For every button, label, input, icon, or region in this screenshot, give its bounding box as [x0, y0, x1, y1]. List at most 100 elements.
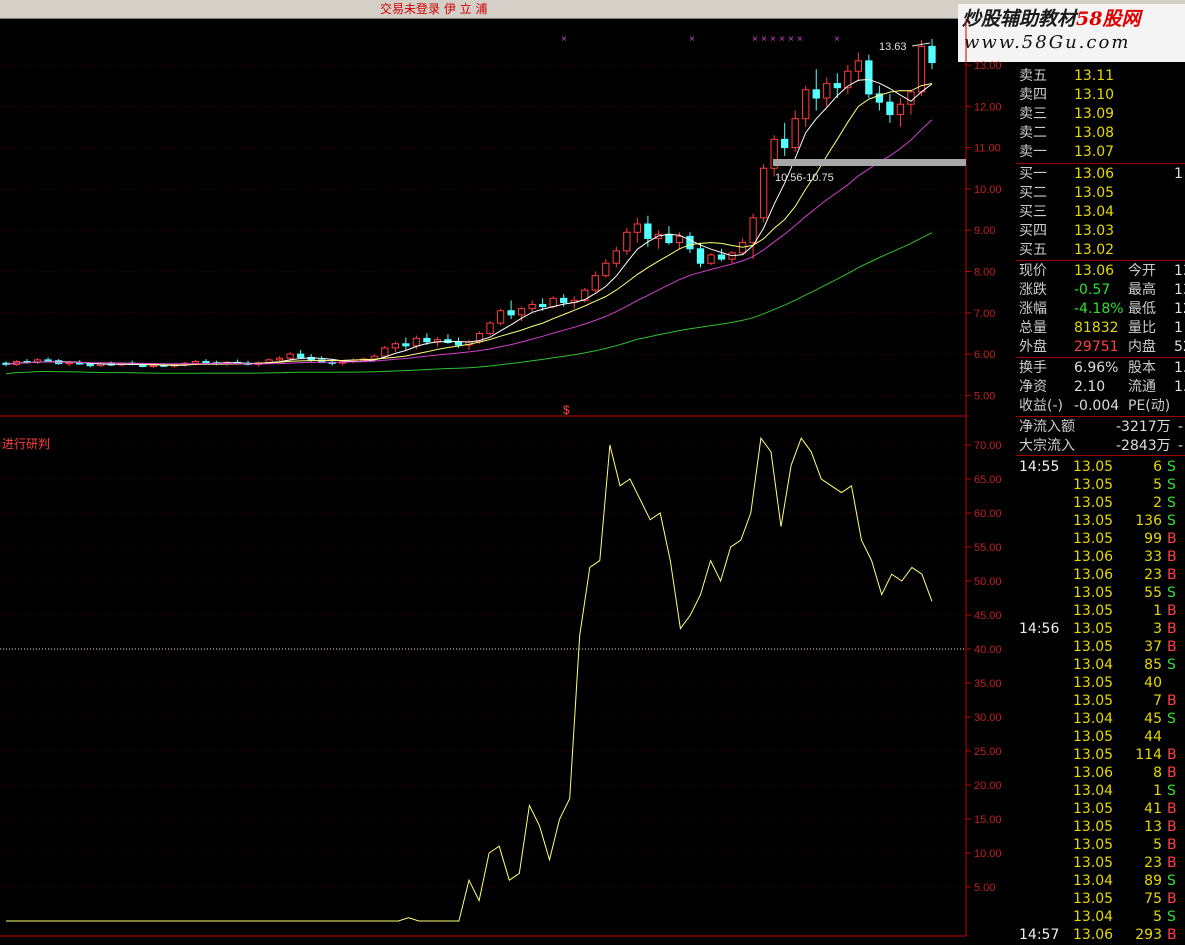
price-tick-label: 8.00: [974, 267, 995, 279]
panel-separator: [1016, 416, 1185, 417]
tick-volume: 1: [1153, 603, 1162, 619]
tick-side-flag: S: [1167, 909, 1176, 925]
stat-value: 29751: [1074, 339, 1119, 355]
tick-row: 13.05 5 B: [1016, 836, 1185, 855]
candle-body: [275, 357, 284, 361]
stat-value-2: 12: [1174, 301, 1185, 317]
signal-marker: ×: [689, 34, 695, 45]
osc-tick-label: 5.00: [974, 882, 995, 894]
candle-body: [602, 262, 610, 277]
candle-body: [791, 118, 799, 149]
price-tick-label: 11.00: [974, 143, 1001, 155]
tick-price: 13.04: [1073, 909, 1114, 925]
candle-body: [560, 297, 568, 303]
fund-value: 2.10: [1074, 379, 1106, 395]
tick-time: 14:57: [1019, 927, 1060, 943]
fund-label-2: PE(动): [1128, 398, 1171, 414]
candle-body: [928, 45, 936, 64]
fund-row: 换手 6.96% 股本 1.5: [1016, 359, 1185, 378]
tick-row: 13.04 45 S: [1016, 710, 1185, 729]
ask-level-label: 卖四: [1019, 87, 1047, 103]
tick-side-flag: S: [1167, 585, 1176, 601]
candle-body: [44, 359, 52, 362]
tick-price: 13.04: [1073, 873, 1114, 889]
tick-row: 13.05 75 B: [1016, 890, 1185, 909]
stat-label-2: 最高: [1128, 282, 1156, 298]
tick-volume: 89: [1144, 873, 1162, 889]
candle-body: [507, 310, 515, 316]
bid-price: 13.02: [1074, 242, 1115, 258]
tick-volume: 55: [1144, 585, 1162, 601]
stat-label: 外盘: [1019, 339, 1047, 355]
kline-chart-area[interactable]: 13.00 12.00 11.00 10.00 9.00 8.00 7.00 6.00 5.00…: [0, 19, 1016, 937]
candle-body: [896, 103, 905, 116]
tick-row: 13.05 37 B: [1016, 638, 1185, 657]
candle-body: [759, 167, 768, 219]
candle-body: [191, 361, 200, 364]
ask-row: 卖二 13.08: [1016, 124, 1185, 143]
tick-volume: 5: [1153, 837, 1162, 853]
tick-row: 13.06 33 B: [1016, 548, 1185, 567]
candle-body: [517, 308, 526, 316]
signal-marker: ×: [561, 34, 567, 45]
stat-label: 总量: [1019, 320, 1047, 336]
candle-body: [707, 254, 715, 264]
bid-price: 13.06: [1074, 166, 1115, 182]
candle-body: [665, 233, 673, 244]
price-tick-label: 5.00: [974, 390, 995, 402]
tick-volume: 37: [1144, 639, 1162, 655]
tick-price: 13.05: [1073, 531, 1114, 547]
stat-row: 涨跌 -0.57 最高 13: [1016, 281, 1185, 300]
tick-side-flag: B: [1167, 801, 1177, 817]
stat-label-2: 量比: [1128, 320, 1156, 336]
signal-marker: ×: [834, 34, 840, 45]
tick-price: 13.05: [1073, 621, 1114, 637]
tick-volume: 136: [1135, 513, 1162, 529]
flow-label: 净流入额: [1019, 419, 1075, 435]
bid-price: 13.04: [1074, 204, 1115, 220]
signal-marker: ×: [752, 34, 758, 45]
tick-side-flag: S: [1167, 783, 1176, 799]
osc-tick-label: 60.00: [974, 508, 1002, 520]
stat-label: 涨跌: [1019, 282, 1047, 298]
osc-tick-label: 50.00: [974, 576, 1002, 588]
stat-value: -0.57: [1074, 282, 1111, 298]
price-tick-label: 7.00: [974, 308, 995, 320]
candle-body: [591, 275, 599, 291]
fund-value: 6.96%: [1074, 360, 1119, 376]
tick-price: 13.05: [1073, 855, 1114, 871]
tick-price: 13.05: [1073, 693, 1114, 709]
candle-body: [528, 304, 536, 310]
tick-side-flag: B: [1167, 549, 1177, 565]
tick-side-flag: S: [1167, 495, 1176, 511]
candle-body: [686, 235, 694, 250]
tick-row: 14:57 13.06 293 B: [1016, 926, 1185, 945]
stat-value-2: 1: [1174, 320, 1183, 336]
tick-volume: 44: [1144, 729, 1162, 745]
bid-row: 买三 13.04: [1016, 203, 1185, 222]
candle-body: [86, 363, 94, 367]
tick-side-flag: B: [1167, 837, 1177, 853]
tick-volume: 5: [1153, 477, 1162, 493]
stat-label-2: 最低: [1128, 301, 1156, 317]
candle-body: [865, 60, 873, 95]
price-tick-label: 10.00: [974, 184, 1002, 196]
tick-volume: 40: [1144, 675, 1162, 691]
ask-price: 13.08: [1074, 125, 1115, 141]
signal-marker: ×: [788, 34, 794, 45]
candle-body: [675, 235, 684, 244]
panel-separator: [1016, 260, 1185, 261]
stat-row: 现价 13.06 今开 13: [1016, 262, 1185, 281]
tick-side-flag: B: [1167, 855, 1177, 871]
tick-side-flag: S: [1167, 711, 1176, 727]
ask-price: 13.10: [1074, 87, 1115, 103]
tick-volume: 85: [1144, 657, 1162, 673]
candle-body: [717, 254, 726, 260]
tick-volume: 45: [1144, 711, 1162, 727]
ma60-line: [5, 232, 933, 375]
stat-label-2: 今开: [1128, 263, 1156, 279]
fund-value: -0.004: [1074, 398, 1120, 414]
tick-price: 13.06: [1073, 549, 1114, 565]
bid-level-label: 买一: [1019, 166, 1047, 182]
candle-body: [696, 248, 705, 264]
